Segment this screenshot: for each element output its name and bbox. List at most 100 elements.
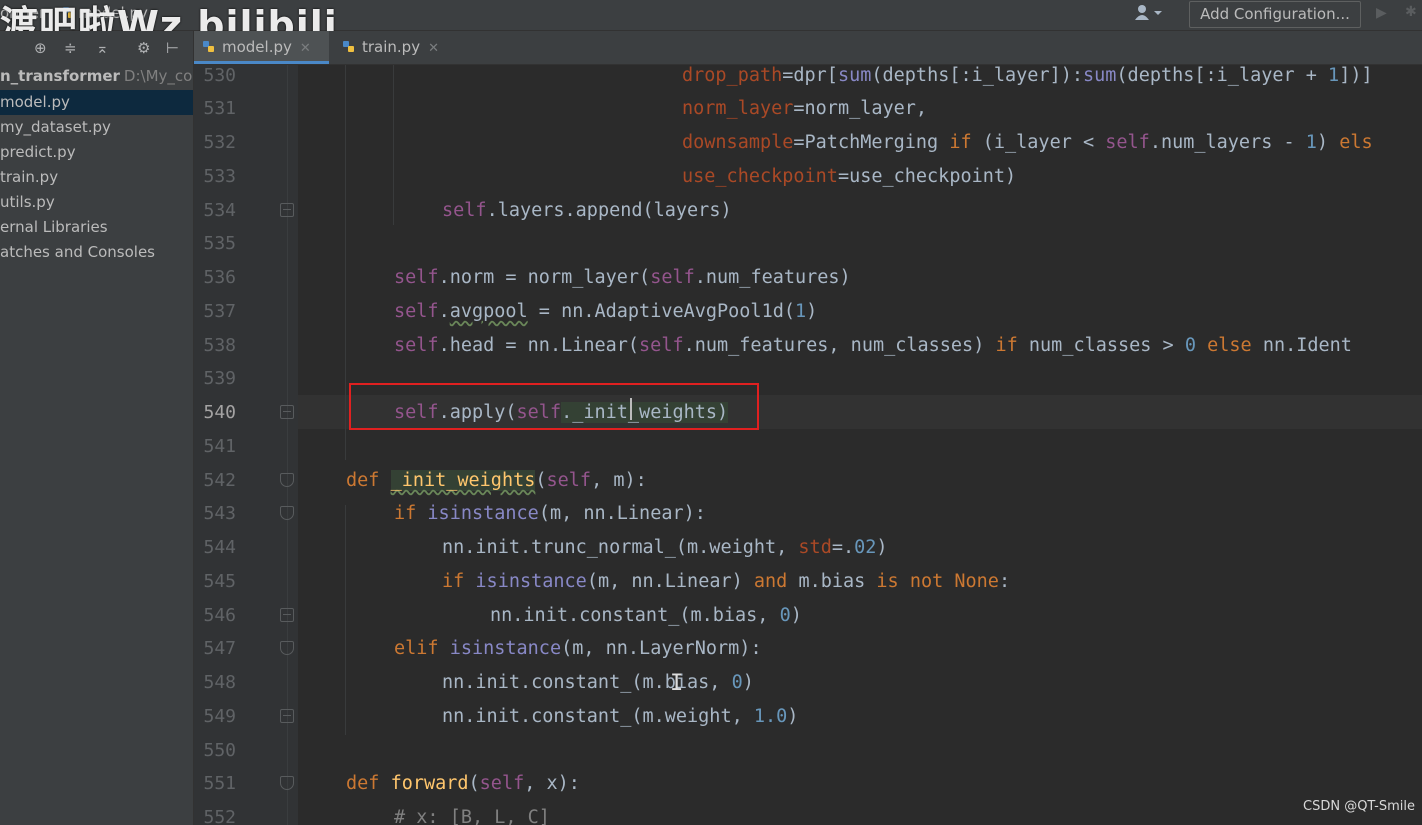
- code-token: ): [742, 672, 754, 693]
- fold-start-icon[interactable]: [280, 506, 294, 520]
- code-token: nn.init.constant_(m.bias,: [490, 605, 780, 626]
- line-number: 531: [203, 98, 236, 119]
- code-token: ): [787, 706, 799, 727]
- tree-item-external-libraries[interactable]: ernal Libraries: [0, 215, 193, 240]
- code-token: .layers.append(layers): [486, 200, 732, 221]
- fold-end-icon[interactable]: [280, 709, 294, 723]
- tree-item-utils[interactable]: utils.py: [0, 190, 193, 215]
- fold-end-icon[interactable]: [280, 608, 294, 622]
- code-token: def: [346, 470, 380, 491]
- tab-label: train.py: [362, 38, 421, 56]
- line-number: 545: [203, 571, 236, 592]
- annotation-highlight-box: [349, 383, 759, 430]
- code-token: nn.init.trunc_normal_(m.weight,: [442, 537, 799, 558]
- code-line-549: nn.init.constant_(m.weight, 1.0): [442, 706, 798, 740]
- code-token: els: [1339, 132, 1373, 153]
- code-line-533: use_checkpoint=use_checkpoint): [682, 166, 1016, 200]
- tab-train[interactable]: train.py ✕: [334, 31, 449, 64]
- code-token: None: [954, 571, 999, 592]
- code-token: , x):: [524, 773, 580, 794]
- code-token: std: [798, 537, 832, 558]
- code-token: ): [1316, 132, 1340, 153]
- code-line-532: downsample=PatchMerging if (i_layer < se…: [682, 132, 1373, 166]
- tree-item-predict[interactable]: predict.py: [0, 140, 193, 165]
- code-token: :: [998, 571, 1011, 592]
- gear-icon[interactable]: ⚙: [137, 39, 150, 57]
- code-token: (: [535, 470, 547, 491]
- tree-item-scratches[interactable]: atches and Consoles: [0, 240, 193, 265]
- tree-item-my-dataset[interactable]: my_dataset.py: [0, 115, 193, 140]
- code-line-546: nn.init.constant_(m.bias, 0): [490, 605, 802, 639]
- code-token: isinstance: [427, 503, 539, 524]
- user-icon[interactable]: [1134, 4, 1170, 24]
- code-line-537: self.avgpool = nn.AdaptiveAvgPool1d(1): [394, 301, 817, 335]
- project-root-path: D:\My_code: [123, 67, 193, 85]
- code-token: _init_weights: [390, 470, 536, 491]
- line-number: 546: [203, 605, 236, 626]
- csdn-watermark: CSDN @QT-Smile: [1303, 799, 1416, 814]
- code-token: sum: [1083, 65, 1117, 86]
- code-line-542: def _init_weights(self, m):: [346, 470, 647, 504]
- expand-icon[interactable]: ⌅: [96, 39, 109, 57]
- code-token: , m):: [591, 470, 647, 491]
- code-token: forward: [390, 773, 469, 794]
- code-token: .num_layers -: [1149, 132, 1306, 153]
- code-token: 02: [854, 537, 877, 558]
- code-token: ): [876, 537, 888, 558]
- editor-tab-bar: model.py ✕ train.py ✕: [194, 31, 1422, 65]
- code-token: =use_checkpoint): [837, 166, 1017, 187]
- code-token: self: [394, 301, 439, 322]
- code-token: if: [394, 503, 417, 524]
- code-line-531: norm_layer=norm_layer,: [682, 98, 927, 132]
- locate-icon[interactable]: ⊕: [34, 39, 47, 57]
- tab-model[interactable]: model.py ✕: [194, 31, 329, 64]
- fold-end-icon[interactable]: [280, 405, 294, 419]
- code-token: self: [639, 335, 684, 356]
- collapse-all-icon[interactable]: ≑: [64, 39, 77, 57]
- code-token: 1: [794, 301, 807, 322]
- run-icon[interactable]: ▶: [1376, 5, 1387, 21]
- code-token: .: [438, 301, 450, 322]
- code-token: 0: [1184, 335, 1196, 356]
- fold-start-icon[interactable]: [280, 641, 294, 655]
- code-editor[interactable]: 530 531 532 533 534 535 536 537 538 539 …: [194, 65, 1422, 825]
- code-token: = nn.AdaptiveAvgPool1d(: [527, 301, 795, 322]
- close-icon[interactable]: ✕: [428, 41, 439, 56]
- close-icon[interactable]: ✕: [300, 41, 311, 56]
- fold-end-icon[interactable]: [280, 203, 294, 217]
- line-number: 533: [203, 166, 236, 187]
- add-configuration-button[interactable]: Add Configuration...: [1189, 1, 1361, 28]
- fold-start-icon[interactable]: [280, 473, 294, 487]
- code-line-548: nn.init.constant_(m.bias, 0): [442, 672, 754, 706]
- code-token: isinstance: [449, 638, 562, 659]
- tab-label: model.py: [222, 38, 292, 56]
- project-root[interactable]: n_transformerD:\My_code: [0, 67, 193, 85]
- code-token: 0: [731, 672, 743, 693]
- code-token: nn.Ident: [1251, 335, 1352, 356]
- line-number: 551: [203, 773, 236, 794]
- tree-item-train[interactable]: train.py: [0, 165, 193, 190]
- code-token: and: [753, 571, 788, 592]
- debug-icon[interactable]: ✱: [1405, 4, 1417, 20]
- code-line-545: if isinstance(m, nn.Linear) and m.bias i…: [442, 571, 1010, 605]
- line-number: 552: [203, 807, 236, 825]
- line-number: 550: [203, 740, 236, 761]
- line-number-current: 540: [203, 402, 236, 423]
- code-line-547: elif isinstance(m, nn.LayerNorm):: [394, 638, 762, 672]
- code-token: 1.0: [753, 706, 788, 727]
- fold-start-icon[interactable]: [280, 776, 294, 790]
- code-token: .num_features): [694, 267, 851, 288]
- hide-icon[interactable]: ⊢: [166, 39, 179, 57]
- code-token: # x: [B, L, C]: [394, 807, 550, 825]
- line-number: 538: [203, 335, 236, 356]
- code-token: isinstance: [475, 571, 587, 592]
- code-token: self: [479, 773, 525, 794]
- code-token: if: [442, 571, 465, 592]
- line-number: 535: [203, 233, 236, 254]
- code-token: self: [442, 200, 487, 221]
- python-file-icon: [203, 41, 214, 52]
- tree-item-model[interactable]: model.py: [0, 90, 193, 115]
- code-line-538: self.head = nn.Linear(self.num_features,…: [394, 335, 1352, 369]
